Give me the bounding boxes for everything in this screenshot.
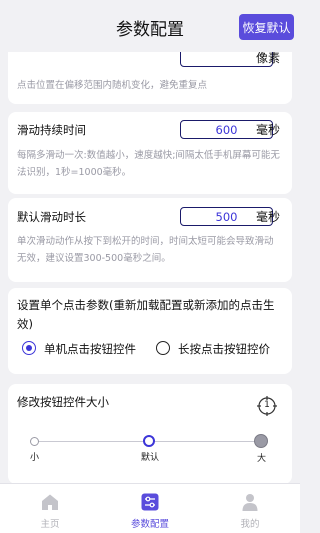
size-slider-thumb[interactable] (143, 435, 155, 447)
swipe-duration-unit: 毫秒 (256, 123, 281, 137)
settings-scroll-area[interactable]: 像素 点击位置在偏移范围内随机变化，避免重复点 滑动持续时间 600 毫秒 每隔… (0, 52, 300, 483)
button-size-label: 修改按钮控件大小 (17, 395, 109, 409)
bottom-tab-bar: 主页 参数配置 我的 (0, 483, 300, 533)
tab-home[interactable]: 主页 (0, 484, 100, 533)
size-preview-number: 1 (264, 400, 270, 410)
radio-single-click[interactable] (22, 341, 36, 355)
tab-profile-label: 我的 (240, 519, 260, 530)
offset-unit: 像素 (256, 52, 281, 65)
click-param-card: 设置单个点击参数(重新加载配置或新添加的点击生效) 单机点击按钮控件 长按点击按… (8, 288, 292, 374)
button-size-card: 修改按钮控件大小 1 (8, 384, 292, 483)
user-icon (241, 493, 259, 511)
size-tick-small: 小 (30, 453, 40, 463)
default-swipe-unit: 毫秒 (256, 210, 281, 224)
size-tick-large: 大 (257, 454, 267, 464)
tab-params[interactable]: 参数配置 (100, 484, 200, 533)
swipe-duration-label: 滑动持续时间 (17, 123, 86, 137)
swipe-duration-description: 每隔多滑动一次:数值越小，速度越快;间隔太低手机屏幕可能无法识别，1秒=1000… (17, 150, 280, 178)
default-swipe-label: 默认滑动时长 (17, 210, 86, 224)
offset-card: 像素 点击位置在偏移范围内随机变化，避免重复点 (8, 52, 292, 104)
single-click-label: 单机点击按钮控件 (44, 342, 136, 356)
tab-params-label: 参数配置 (130, 519, 169, 530)
size-stop-large[interactable] (254, 434, 268, 448)
sliders-icon (141, 493, 159, 511)
size-preview-icon: 1 (257, 396, 277, 416)
offset-description: 点击位置在偏移范围内随机变化，避免重复点 (17, 80, 208, 91)
long-press-label: 长按点击按钮控价 (178, 342, 270, 356)
tab-profile[interactable]: 我的 (200, 484, 300, 533)
default-swipe-description: 单次滑动动作从按下到松开的时间，时间太短可能会导致滑动无效，建议设置300-50… (17, 236, 274, 264)
size-tick-default: 默认 (141, 453, 160, 463)
default-swipe-card: 默认滑动时长 500 毫秒 单次滑动动作从按下到松开的时间，时间太短可能会导致滑… (8, 198, 292, 282)
radio-long-press[interactable] (156, 341, 170, 355)
tab-home-label: 主页 (40, 519, 60, 530)
home-icon (41, 493, 59, 511)
size-stop-small[interactable] (30, 437, 39, 446)
reset-default-button[interactable]: 恢复默认 (239, 14, 294, 40)
click-param-label: 设置单个点击参数(重新加载配置或新添加的点击生效) (17, 298, 275, 331)
app-header: 参数配置 恢复默认 (0, 0, 300, 52)
swipe-duration-card: 滑动持续时间 600 毫秒 每隔多滑动一次:数值越小，速度越快;间隔太低手机屏幕… (8, 112, 292, 194)
